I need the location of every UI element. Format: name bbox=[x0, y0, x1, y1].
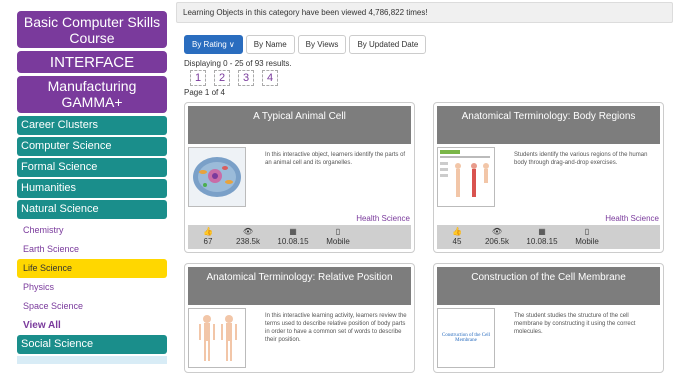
views-notice: Learning Objects in this category have b… bbox=[176, 2, 673, 23]
subitem-earth-science[interactable]: Earth Science bbox=[17, 240, 167, 259]
sort-toolbar: By Rating ∨ By Name By Views By Updated … bbox=[184, 35, 427, 54]
device-stat: ▯ Mobile bbox=[567, 225, 607, 249]
page-link-3[interactable]: 3 bbox=[238, 70, 254, 86]
sidebar-item-humanities[interactable]: Humanities bbox=[17, 179, 167, 198]
subitem-life-science[interactable]: Life Science bbox=[17, 259, 167, 278]
eye-icon: 👁 bbox=[491, 227, 503, 236]
views-stat: 👁 206.5k bbox=[477, 225, 517, 249]
card-category-link[interactable]: Health Science bbox=[605, 214, 659, 223]
sort-by-updated-date-button[interactable]: By Updated Date bbox=[349, 35, 427, 54]
thumbs-up-icon: 👍 bbox=[203, 227, 213, 236]
subitem-space-science[interactable]: Space Science bbox=[17, 297, 167, 316]
card-description: In this interactive object, learners ide… bbox=[265, 152, 406, 166]
learning-object-card[interactable]: Anatomical Terminology: Body Regions Stu… bbox=[433, 102, 664, 253]
sidebar-item-social-science[interactable]: Social Science bbox=[17, 335, 167, 354]
body-regions-thumbnail[interactable] bbox=[437, 147, 495, 207]
views-stat: 👁 238.5k bbox=[228, 225, 268, 249]
course-button-manufacturing-gamma[interactable]: Manufacturing GAMMA+ bbox=[17, 76, 167, 113]
card-description: Students identify the various regions of… bbox=[514, 152, 648, 166]
likes-stat: 👍 45 bbox=[437, 225, 477, 249]
sort-by-name-button[interactable]: By Name bbox=[245, 35, 295, 54]
pagination: 1 2 3 4 bbox=[190, 70, 278, 86]
mobile-icon: ▯ bbox=[335, 227, 341, 236]
calendar-icon: ▦ bbox=[289, 227, 297, 236]
subitem-chemistry[interactable]: Chemistry bbox=[17, 221, 167, 240]
card-category-link[interactable]: Health Science bbox=[356, 214, 410, 223]
card-title[interactable]: A Typical Animal Cell bbox=[188, 106, 411, 144]
mobile-icon: ▯ bbox=[584, 227, 590, 236]
learning-object-card[interactable]: Anatomical Terminology: Relative Positio… bbox=[184, 263, 415, 373]
sort-by-views-button[interactable]: By Views bbox=[297, 35, 347, 54]
course-button-interface[interactable]: INTERFACE bbox=[17, 51, 167, 73]
sidebar-item-career-clusters[interactable]: Career Clusters bbox=[17, 116, 167, 135]
card-description: The student studies the structure of the… bbox=[514, 313, 636, 335]
likes-stat: 👍 67 bbox=[188, 225, 228, 249]
eye-icon: 👁 bbox=[242, 227, 254, 236]
card-stats: 👍 45 👁 206.5k ▦ 10.08.15 ▯ Mobile bbox=[437, 225, 660, 249]
card-title[interactable]: Construction of the Cell Membrane bbox=[437, 267, 660, 305]
page-link-2[interactable]: 2 bbox=[214, 70, 230, 86]
subitem-physics[interactable]: Physics bbox=[17, 278, 167, 297]
date-stat: ▦ 10.08.15 bbox=[517, 225, 567, 249]
sidebar-item-formal-science[interactable]: Formal Science bbox=[17, 158, 167, 177]
view-all-link[interactable]: View All bbox=[17, 316, 167, 335]
page-link-1[interactable]: 1 bbox=[190, 70, 206, 86]
date-stat: ▦ 10.08.15 bbox=[268, 225, 318, 249]
thumbnail-caption: Construction of the Cell Membrane bbox=[441, 333, 491, 343]
device-stat: ▯ Mobile bbox=[318, 225, 358, 249]
cell-thumbnail[interactable] bbox=[188, 147, 246, 207]
results-count: Displaying 0 - 25 of 93 results. bbox=[184, 59, 292, 68]
sidebar-item-computer-science[interactable]: Computer Science bbox=[17, 137, 167, 156]
course-button-basic-computer-skills[interactable]: Basic Computer Skills Course bbox=[17, 11, 167, 48]
sidebar-footer bbox=[17, 356, 167, 364]
page-link-4[interactable]: 4 bbox=[262, 70, 278, 86]
calendar-icon: ▦ bbox=[538, 227, 546, 236]
card-title[interactable]: Anatomical Terminology: Body Regions bbox=[437, 106, 660, 144]
learning-object-card[interactable]: Construction of the Cell Membrane Constr… bbox=[433, 263, 664, 373]
page-indicator: Page 1 of 4 bbox=[184, 88, 225, 97]
sidebar-item-natural-science[interactable]: Natural Science bbox=[17, 200, 167, 219]
sort-by-rating-button[interactable]: By Rating ∨ bbox=[184, 35, 243, 54]
thumbs-up-icon: 👍 bbox=[452, 227, 462, 236]
learning-object-card[interactable]: A Typical Animal Cell In this interactiv… bbox=[184, 102, 415, 253]
card-stats: 👍 67 👁 238.5k ▦ 10.08.15 ▯ Mobile bbox=[188, 225, 411, 249]
sidebar: Basic Computer Skills Course INTERFACE M… bbox=[17, 11, 167, 364]
cell-membrane-thumbnail[interactable]: Construction of the Cell Membrane bbox=[437, 308, 495, 368]
relative-position-thumbnail[interactable] bbox=[188, 308, 246, 368]
card-description: In this interactive learning activity, l… bbox=[265, 313, 407, 343]
card-title[interactable]: Anatomical Terminology: Relative Positio… bbox=[188, 267, 411, 305]
